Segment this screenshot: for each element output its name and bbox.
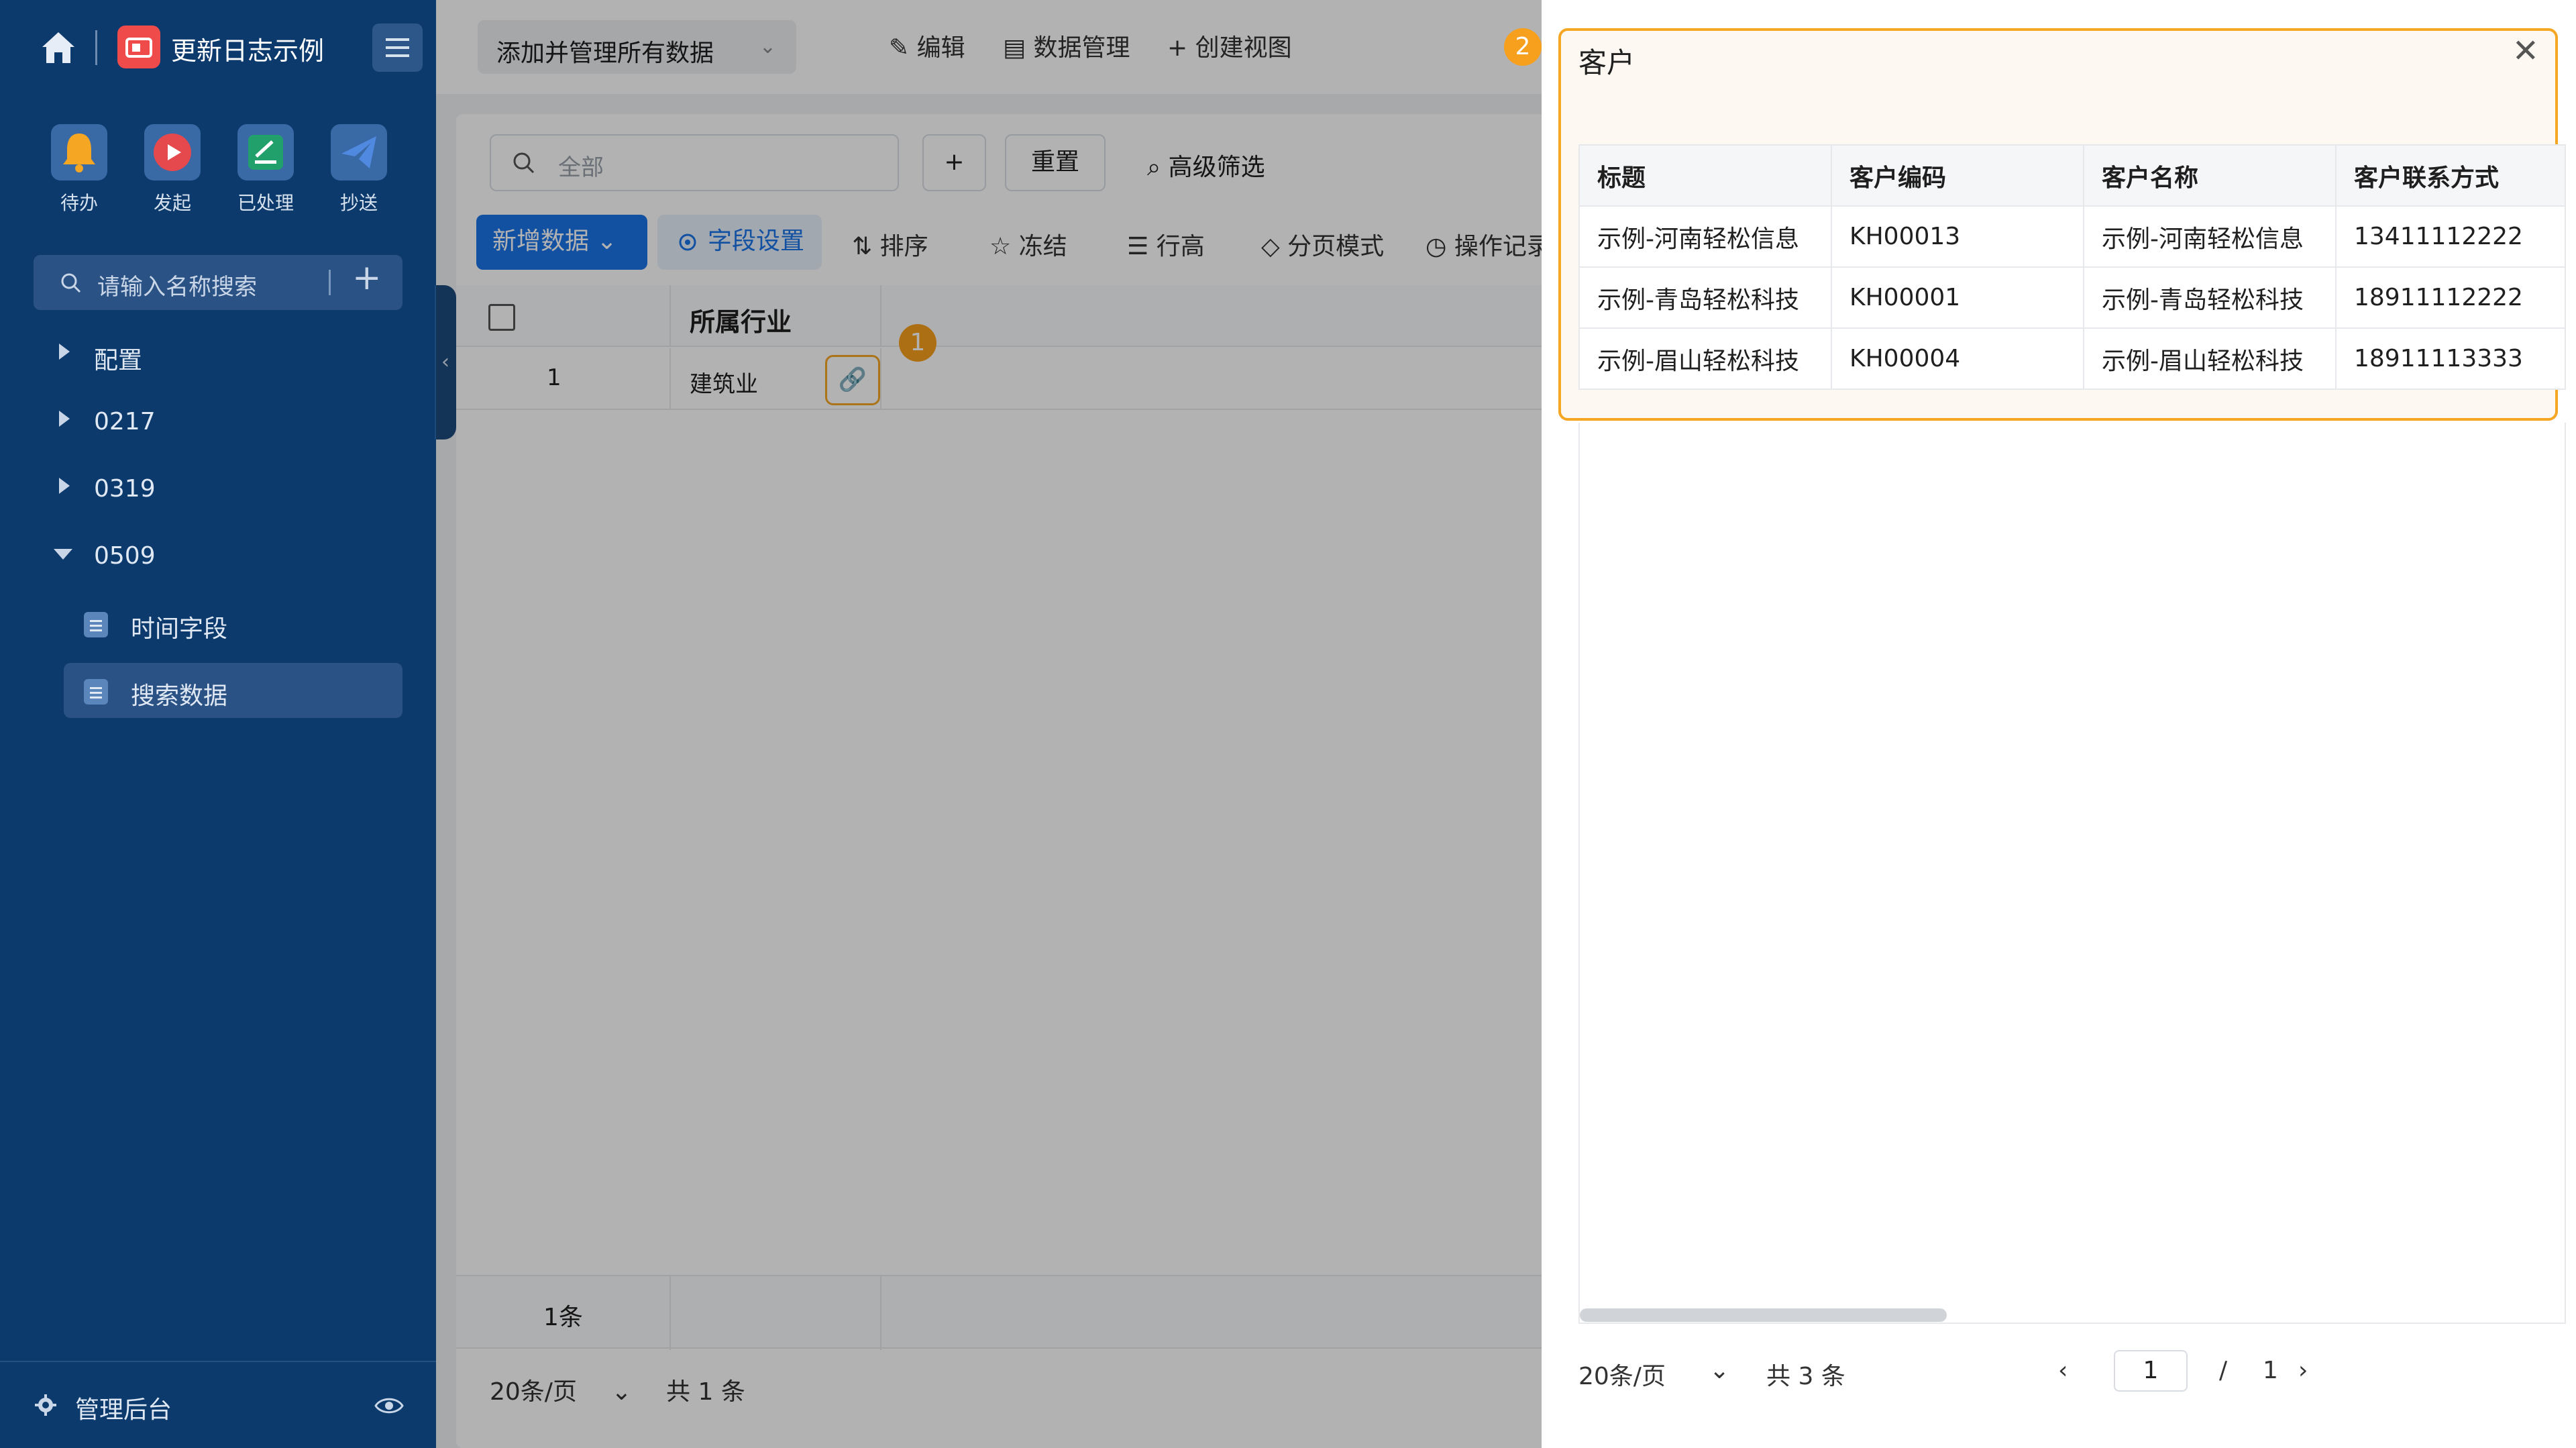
quick-action-label: 发起 bbox=[153, 192, 191, 214]
sidebar-search-input[interactable]: 请输入名称搜索 + bbox=[34, 255, 402, 310]
sidebar-header: 更新日志示例 bbox=[0, 0, 436, 94]
name-cell: 示例-眉山轻松科技 bbox=[2083, 327, 2337, 390]
add-item-button[interactable]: + bbox=[352, 260, 382, 295]
menu-toggle-button[interactable] bbox=[372, 23, 423, 72]
home-icon[interactable] bbox=[37, 25, 80, 68]
name-cell: 示例-青岛轻松科技 bbox=[2083, 266, 2337, 329]
play-icon bbox=[144, 124, 201, 180]
column-header-contact[interactable]: 客户联系方式 bbox=[2335, 144, 2566, 207]
document-icon bbox=[84, 679, 108, 705]
close-icon[interactable]: ✕ bbox=[2512, 35, 2539, 67]
caret-down-icon bbox=[54, 549, 72, 560]
name-cell: 示例-河南轻松信息 bbox=[2083, 205, 2337, 268]
tree-item-config[interactable]: 配置 bbox=[0, 329, 436, 382]
table-row[interactable]: 示例-河南轻松信息 KH00013 示例-河南轻松信息 13411112222 bbox=[1578, 205, 2566, 268]
title-cell: 示例-青岛轻松科技 bbox=[1578, 266, 1832, 329]
step-badge-2: 2 bbox=[1504, 28, 1542, 66]
document-icon bbox=[84, 612, 108, 637]
chevron-down-icon[interactable]: ⌄ bbox=[1709, 1357, 1729, 1384]
title-cell: 示例-河南轻松信息 bbox=[1578, 205, 1832, 268]
quick-action-start[interactable]: 发起 bbox=[142, 124, 203, 215]
contact-cell: 18911112222 bbox=[2335, 266, 2566, 329]
sidebar: 更新日志示例 待办 发起 已处理 抄送 请输入名称搜索 + 配置 0217 03… bbox=[0, 0, 436, 1448]
tree-item-label: 配置 bbox=[94, 347, 143, 374]
table-body-area bbox=[1578, 423, 2566, 1324]
column-header-title[interactable]: 标题 bbox=[1578, 144, 1832, 207]
sub-item-search-data[interactable]: 搜索数据 bbox=[64, 663, 402, 718]
column-header-name[interactable]: 客户名称 bbox=[2083, 144, 2337, 207]
customer-drawer: 客户 ✕ 标题 客户编码 客户名称 客户联系方式 示例-河南轻松信息 KH000… bbox=[1542, 0, 2576, 1448]
caret-right-icon bbox=[59, 411, 70, 427]
page-number-input[interactable]: 1 bbox=[2114, 1350, 2188, 1392]
contact-cell: 13411112222 bbox=[2335, 205, 2566, 268]
bell-icon bbox=[51, 124, 107, 180]
title-cell: 示例-眉山轻松科技 bbox=[1578, 327, 1832, 390]
caret-right-icon bbox=[59, 344, 70, 360]
quick-action-label: 已处理 bbox=[237, 192, 294, 214]
eye-icon[interactable] bbox=[374, 1396, 404, 1416]
table-row[interactable]: 示例-眉山轻松科技 KH00004 示例-眉山轻松科技 18911113333 bbox=[1578, 327, 2566, 390]
horizontal-scrollbar[interactable] bbox=[1580, 1308, 1947, 1322]
code-cell: KH00004 bbox=[1831, 327, 2084, 390]
code-cell: KH00001 bbox=[1831, 266, 2084, 329]
code-cell: KH00013 bbox=[1831, 205, 2084, 268]
total-pages: 1 bbox=[2263, 1357, 2278, 1384]
caret-right-icon bbox=[59, 478, 70, 494]
gear-icon bbox=[35, 1394, 56, 1416]
quick-action-label: 待办 bbox=[60, 192, 98, 214]
tree-item-label: 0509 bbox=[94, 542, 156, 570]
app-title: 更新日志示例 bbox=[171, 36, 325, 66]
contact-cell: 18911113333 bbox=[2335, 327, 2566, 390]
table-row[interactable]: 示例-青岛轻松科技 KH00001 示例-青岛轻松科技 18911112222 bbox=[1578, 266, 2566, 329]
customer-table: 标题 客户编码 客户名称 客户联系方式 示例-河南轻松信息 KH00013 示例… bbox=[1578, 144, 2566, 390]
sub-item-time-field[interactable]: 时间字段 bbox=[64, 596, 402, 651]
header-divider bbox=[95, 30, 97, 65]
next-page-icon[interactable]: › bbox=[2298, 1357, 2308, 1384]
tree-item-0509[interactable]: 0509 bbox=[0, 530, 436, 584]
admin-footer[interactable]: 管理后台 bbox=[0, 1361, 436, 1448]
quick-action-cc[interactable]: 抄送 bbox=[329, 124, 389, 215]
admin-label: 管理后台 bbox=[75, 1396, 172, 1424]
sub-item-label: 搜索数据 bbox=[131, 682, 228, 710]
search-icon bbox=[61, 273, 81, 293]
sub-item-label: 时间字段 bbox=[131, 615, 228, 643]
drawer-page-size-select[interactable]: 20条/页 bbox=[1578, 1357, 1666, 1392]
drawer-title: 客户 bbox=[1578, 46, 1635, 79]
prev-page-icon[interactable]: ‹ bbox=[2058, 1357, 2068, 1384]
table-header-row: 标题 客户编码 客户名称 客户联系方式 bbox=[1578, 144, 2566, 207]
search-placeholder: 请输入名称搜索 bbox=[97, 274, 257, 301]
search-divider bbox=[329, 270, 331, 295]
column-header-code[interactable]: 客户编码 bbox=[1831, 144, 2084, 207]
quick-action-todo[interactable]: 待办 bbox=[49, 124, 109, 215]
check-square-icon bbox=[237, 124, 294, 180]
tree-item-0217[interactable]: 0217 bbox=[0, 396, 436, 450]
tree-item-0319[interactable]: 0319 bbox=[0, 463, 436, 517]
send-icon bbox=[331, 124, 387, 180]
drawer-total-count: 共 3 条 bbox=[1766, 1363, 1845, 1390]
tree-item-label: 0217 bbox=[94, 408, 156, 435]
page-separator: / bbox=[2219, 1357, 2228, 1384]
quick-action-label: 抄送 bbox=[339, 192, 378, 214]
menu-icon bbox=[386, 38, 409, 57]
tree-item-label: 0319 bbox=[94, 475, 156, 503]
app-logo-icon bbox=[117, 25, 160, 68]
quick-action-done[interactable]: 已处理 bbox=[235, 124, 296, 215]
